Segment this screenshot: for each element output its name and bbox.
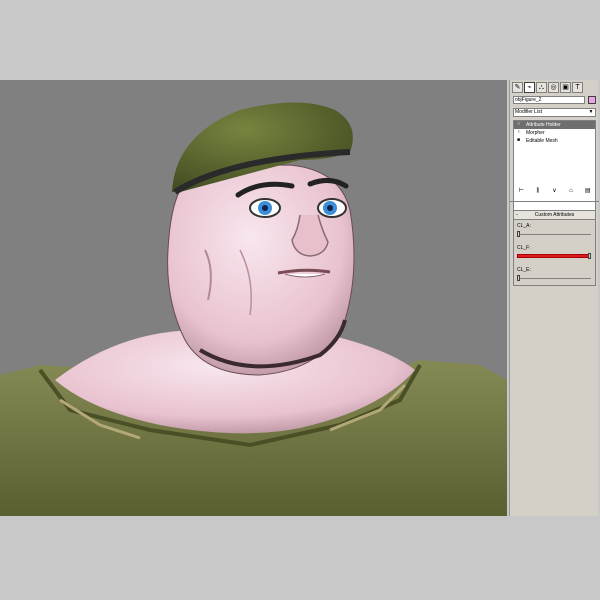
attribute-slider-thumb[interactable]: [588, 253, 591, 259]
collapse-icon: -: [516, 212, 518, 218]
chevron-down-icon: ▼: [588, 109, 594, 115]
perspective-viewport[interactable]: [0, 80, 507, 516]
modifier-icon: ■: [517, 137, 521, 143]
modifier-stack[interactable]: ○ Attribute Holder ♀ Morpher ■ Editable Mesh: [513, 120, 596, 220]
attribute-label: CL_A:: [517, 223, 531, 229]
character-render: [0, 102, 507, 516]
attribute-label: CL_E:: [517, 267, 531, 273]
panel-divider: [510, 201, 599, 202]
display-icon[interactable]: ▣: [560, 82, 571, 93]
hierarchy-icon[interactable]: ⛬: [536, 82, 547, 93]
create-icon[interactable]: ✎: [512, 82, 523, 93]
attribute-slider-fill: [517, 254, 591, 258]
stack-tool-button[interactable]: ▤: [583, 187, 592, 196]
stack-item[interactable]: ○ Attribute Holder: [514, 121, 595, 129]
rollout-title: Custom Attributes: [534, 212, 575, 218]
rollout-header[interactable]: - Custom Attributes: [514, 211, 595, 220]
attribute-label: CL_F:: [517, 245, 531, 251]
object-color-swatch[interactable]: [588, 96, 596, 104]
modifier-list-label: Modifier List: [515, 109, 542, 115]
stack-item[interactable]: ■ Editable Mesh: [514, 137, 595, 145]
attribute-slider-track[interactable]: [517, 278, 591, 279]
stack-tool-button[interactable]: ⌂: [567, 187, 576, 196]
object-name-field[interactable]: objFigure_2: [513, 96, 585, 104]
stack-item[interactable]: ♀ Morpher: [514, 129, 595, 137]
custom-attributes-rollout: - Custom Attributes CL_A: CL_F: CL_E:: [513, 210, 596, 286]
modifier-icon: ○: [517, 121, 521, 127]
stack-item-label: Morpher: [526, 130, 545, 136]
command-panel-tabs: ✎ ⌁ ⛬ ◎ ▣ T: [512, 82, 597, 93]
stack-tool-button[interactable]: ⊢: [517, 187, 526, 196]
stack-tool-button[interactable]: ∨: [550, 187, 559, 196]
utilities-icon[interactable]: T: [572, 82, 583, 93]
attribute-slider-thumb[interactable]: [517, 231, 520, 237]
attribute-slider-track[interactable]: [517, 234, 591, 235]
stack-toolbar: ⊢ ⫼ ∨ ⌂ ▤: [513, 186, 596, 196]
stack-item-label: Editable Mesh: [526, 138, 558, 144]
modify-icon[interactable]: ⌁: [524, 82, 535, 93]
command-panel: ✎ ⌁ ⛬ ◎ ▣ T objFigure_2 Modifier List ▼ ○ Attr…: [509, 80, 599, 516]
stack-item-label: Attribute Holder: [526, 122, 561, 128]
modifier-icon: ♀: [517, 129, 521, 135]
attribute-slider-thumb[interactable]: [517, 275, 520, 281]
stack-tool-button[interactable]: ⫼: [533, 187, 542, 196]
modifier-list-dropdown[interactable]: Modifier List ▼: [513, 108, 596, 117]
motion-icon[interactable]: ◎: [548, 82, 559, 93]
